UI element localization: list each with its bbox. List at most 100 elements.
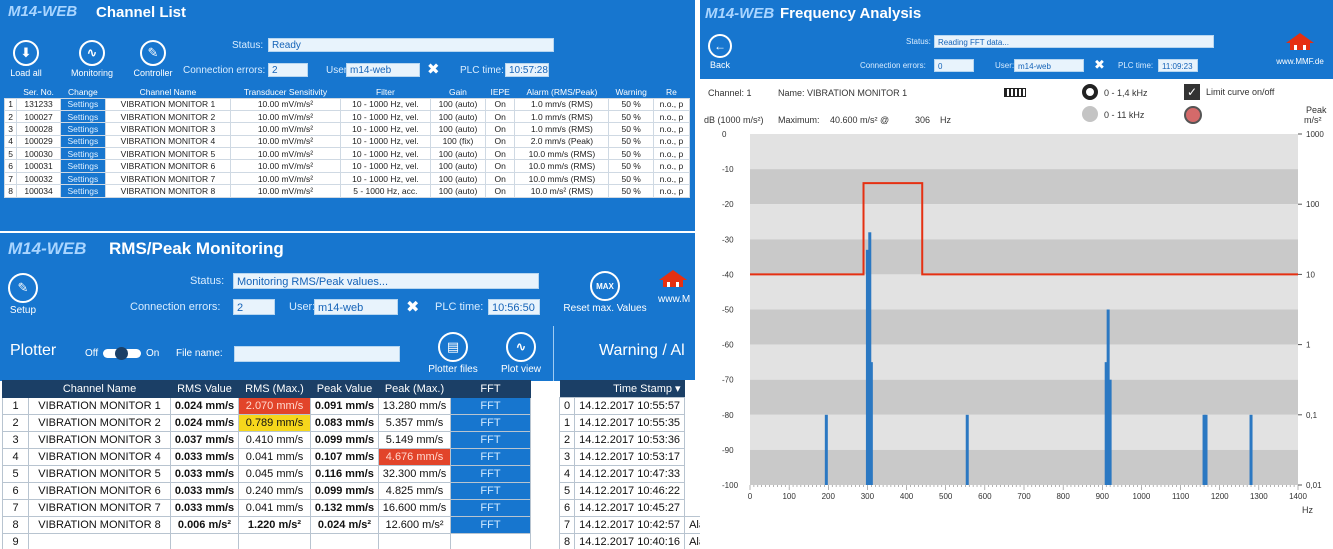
fft-button[interactable]: FFT — [450, 448, 531, 466]
column-header[interactable]: Channel Name — [28, 380, 171, 398]
setup-button[interactable]: ✎ Setup — [6, 273, 40, 316]
table-row[interactable]: 8 VIBRATION MONITOR 8 0.006 m/s² 1.220 m/s²… — [2, 516, 531, 534]
table-row[interactable]: 7 100032 Settings VIBRATION MONITOR 7 10.00 … — [3, 171, 691, 186]
table-cell: 100 (auto) — [429, 184, 486, 198]
table-cell: 0.099 mm/s — [310, 431, 379, 449]
load-all-label: Load all — [10, 68, 42, 78]
connection-errors-field: 2 — [233, 299, 275, 315]
table-cell: 4.676 mm/s — [378, 448, 451, 466]
user-field[interactable]: m14-web — [1014, 59, 1084, 72]
fft-button[interactable]: FFT — [450, 431, 531, 449]
right-tick-label: 0,1 — [1306, 411, 1318, 420]
range-label-1: 0 - 1,4 kHz — [1104, 88, 1148, 98]
table-cell: VIBRATION MONITOR 7 — [104, 171, 232, 186]
fft-button[interactable]: FFT — [450, 465, 531, 483]
table-row[interactable]: 7 VIBRATION MONITOR 7 0.033 mm/s 0.041 mm/s… — [2, 499, 531, 517]
table-cell: 100029 — [16, 134, 61, 149]
settings-link[interactable]: Settings — [59, 171, 106, 186]
fft-button[interactable]: FFT — [450, 414, 531, 432]
status-field: Reading FFT data... — [934, 35, 1214, 48]
column-header[interactable]: Transducer Sensitivity — [230, 86, 341, 98]
settings-link[interactable]: Settings — [59, 184, 106, 198]
grid-band — [750, 204, 1298, 240]
table-cell: On — [484, 184, 516, 198]
fft-button[interactable]: FFT — [450, 482, 531, 500]
limit-label: Limit curve on/off — [1206, 87, 1275, 97]
plc-time-field: 10:57:28 — [505, 63, 549, 77]
table-row[interactable]: 1 VIBRATION MONITOR 1 0.024 mm/s 2.070 mm/s… — [2, 397, 531, 415]
table-cell: n.o., p — [652, 184, 691, 198]
settings-link[interactable]: Settings — [59, 134, 106, 149]
table-row[interactable]: 3 100028 Settings VIBRATION MONITOR 3 10.00 … — [3, 122, 691, 136]
settings-link[interactable]: Settings — [59, 147, 106, 161]
y-tick-label: -90 — [722, 446, 734, 455]
column-header[interactable]: Gain — [430, 86, 486, 98]
filename-input[interactable] — [234, 346, 400, 362]
table-row[interactable]: 9 — [2, 533, 531, 549]
column-header[interactable]: Peak (Max.) — [378, 380, 451, 398]
user-field[interactable]: m14-web — [314, 299, 398, 315]
column-header[interactable]: RMS Value — [170, 380, 239, 398]
table-cell: 0.041 mm/s — [238, 448, 311, 466]
back-button[interactable]: ← Back — [705, 34, 735, 70]
settings-link[interactable]: Settings — [59, 159, 106, 173]
column-header[interactable]: Filter — [340, 86, 431, 98]
table-cell: 2.070 mm/s — [238, 397, 311, 415]
plotter-toggle[interactable] — [103, 347, 141, 360]
table-row[interactable]: 4 100029 Settings VIBRATION MONITOR 4 10.00 … — [3, 134, 691, 149]
logout-icon[interactable]: ✖ — [1094, 57, 1105, 73]
column-header[interactable]: IEPE — [485, 86, 515, 98]
table-cell: 100032 — [16, 171, 61, 186]
column-header[interactable]: Change — [60, 86, 106, 98]
grid-band — [750, 134, 1298, 170]
fft-button[interactable]: FFT — [450, 397, 531, 415]
table-row[interactable]: 3 VIBRATION MONITOR 3 0.037 mm/s 0.410 mm/s… — [2, 431, 531, 449]
column-header[interactable]: Peak Value — [310, 380, 379, 398]
monitoring-button[interactable]: ∿ Monitoring — [66, 40, 118, 78]
column-header[interactable] — [2, 380, 29, 398]
reset-max-button[interactable]: MAX Reset max. Values — [562, 271, 648, 314]
fft-button[interactable]: FFT — [450, 516, 531, 534]
column-header[interactable]: Ser. No. — [16, 86, 61, 98]
column-header[interactable] — [559, 380, 575, 397]
table-cell: 50 % — [608, 184, 654, 198]
table-row[interactable]: 6 VIBRATION MONITOR 6 0.033 mm/s 0.240 mm/s… — [2, 482, 531, 500]
table-row[interactable]: 1 131233 Settings VIBRATION MONITOR 1 10.00 … — [3, 97, 691, 111]
settings-link[interactable]: Settings — [59, 109, 106, 124]
table-row[interactable]: 2 100027 Settings VIBRATION MONITOR 2 10.00 … — [3, 109, 691, 124]
column-header[interactable]: Channel Name — [105, 86, 231, 98]
range-radio-1[interactable] — [1082, 84, 1098, 100]
table-row[interactable]: 5 VIBRATION MONITOR 5 0.033 mm/s 0.045 mm/s… — [2, 465, 531, 483]
plotter-bar: Plotter Off On File name: ▤ Plotter file… — [0, 326, 552, 381]
column-header[interactable] — [4, 86, 17, 98]
table-row[interactable]: 6 100031 Settings VIBRATION MONITOR 6 10.00 … — [3, 159, 691, 173]
table-row[interactable]: 4 VIBRATION MONITOR 4 0.033 mm/s 0.041 mm/s… — [2, 448, 531, 466]
column-header[interactable]: RMS (Max.) — [238, 380, 311, 398]
controller-button[interactable]: ✎ Controller — [128, 40, 178, 78]
column-header[interactable]: FFT — [450, 380, 531, 398]
plotter-files-button[interactable]: ▤ Plotter files — [420, 332, 486, 375]
table-row[interactable]: 8 100034 Settings VIBRATION MONITOR 8 10.00 … — [3, 184, 691, 198]
table-cell: 100028 — [16, 122, 61, 136]
fft-button[interactable] — [450, 533, 531, 549]
logout-icon[interactable]: ✖ — [427, 60, 440, 78]
table-cell: VIBRATION MONITOR 7 — [28, 499, 171, 517]
table-row[interactable]: 2 VIBRATION MONITOR 2 0.024 mm/s 0.789 mm/s… — [2, 414, 531, 432]
user-field[interactable]: m14-web — [346, 63, 420, 77]
settings-link[interactable]: Settings — [59, 122, 106, 136]
table-cell: 0.033 mm/s — [170, 448, 239, 466]
settings-link[interactable]: Settings — [59, 97, 106, 111]
column-header[interactable]: Warning — [608, 86, 654, 98]
plot-view-button[interactable]: ∿ Plot view — [494, 332, 548, 375]
column-header[interactable]: Time Stamp ▾ — [574, 380, 685, 397]
table-row[interactable]: 5 100030 Settings VIBRATION MONITOR 5 10.00 … — [3, 147, 691, 161]
table-cell: VIBRATION MONITOR 4 — [104, 134, 232, 149]
fft-button[interactable]: FFT — [450, 499, 531, 517]
logout-icon[interactable]: ✖ — [406, 297, 419, 317]
load-all-button[interactable]: ⬇ Load all — [6, 40, 46, 78]
column-header[interactable]: Alarm (RMS/Peak) — [514, 86, 609, 98]
limit-checkbox[interactable]: ✓ — [1184, 84, 1200, 100]
table-cell: 100 (auto) — [429, 171, 486, 186]
column-header[interactable]: Re — [653, 86, 690, 98]
table-cell — [28, 533, 171, 549]
